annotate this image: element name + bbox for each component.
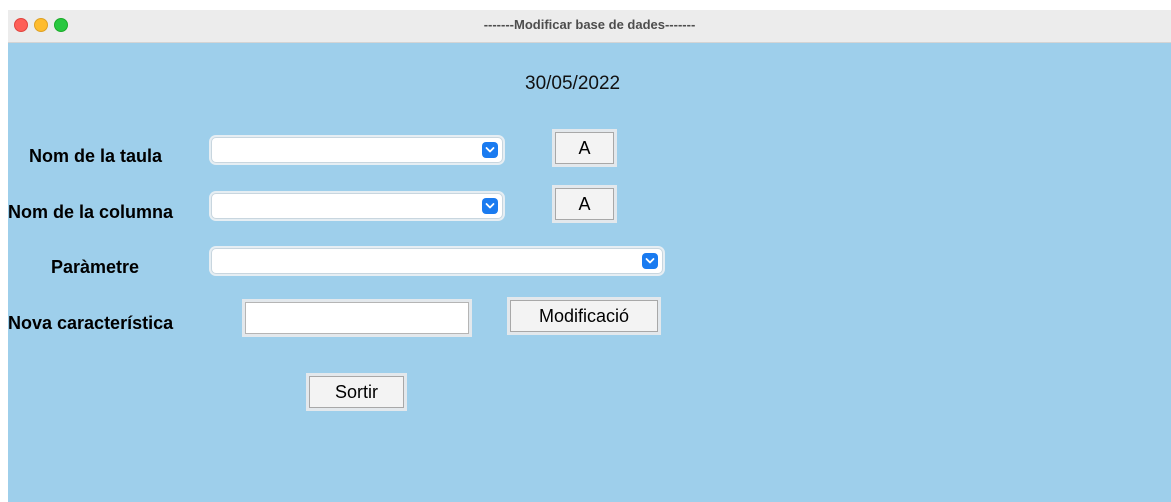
new-feature-label: Nova característica xyxy=(8,313,174,333)
date-label: 30/05/2022 xyxy=(525,73,621,94)
table-name-select[interactable] xyxy=(211,137,503,163)
column-name-label: Nom de la columna xyxy=(8,202,174,222)
new-feature-input[interactable] xyxy=(245,302,469,334)
column-a-button[interactable]: A xyxy=(555,188,614,220)
parameter-select[interactable] xyxy=(211,248,663,274)
app-window: -------Modificar base de dades------- 30… xyxy=(8,10,1171,502)
column-name-select[interactable] xyxy=(211,193,503,219)
window-title: -------Modificar base de dades------- xyxy=(483,17,696,32)
exit-button[interactable]: Sortir xyxy=(309,376,404,408)
title-bar[interactable]: -------Modificar base de dades------- xyxy=(8,10,1171,43)
chevron-down-icon xyxy=(482,198,498,214)
table-name-label: Nom de la taula xyxy=(29,146,163,166)
chevron-down-icon xyxy=(642,253,658,269)
modify-button[interactable]: Modificació xyxy=(510,300,658,332)
chevron-down-icon xyxy=(482,142,498,158)
form-area: 30/05/2022 Nom de la taula A Nom de la c… xyxy=(8,43,1171,502)
parameter-label: Paràmetre xyxy=(51,257,140,277)
table-a-button[interactable]: A xyxy=(555,132,614,164)
